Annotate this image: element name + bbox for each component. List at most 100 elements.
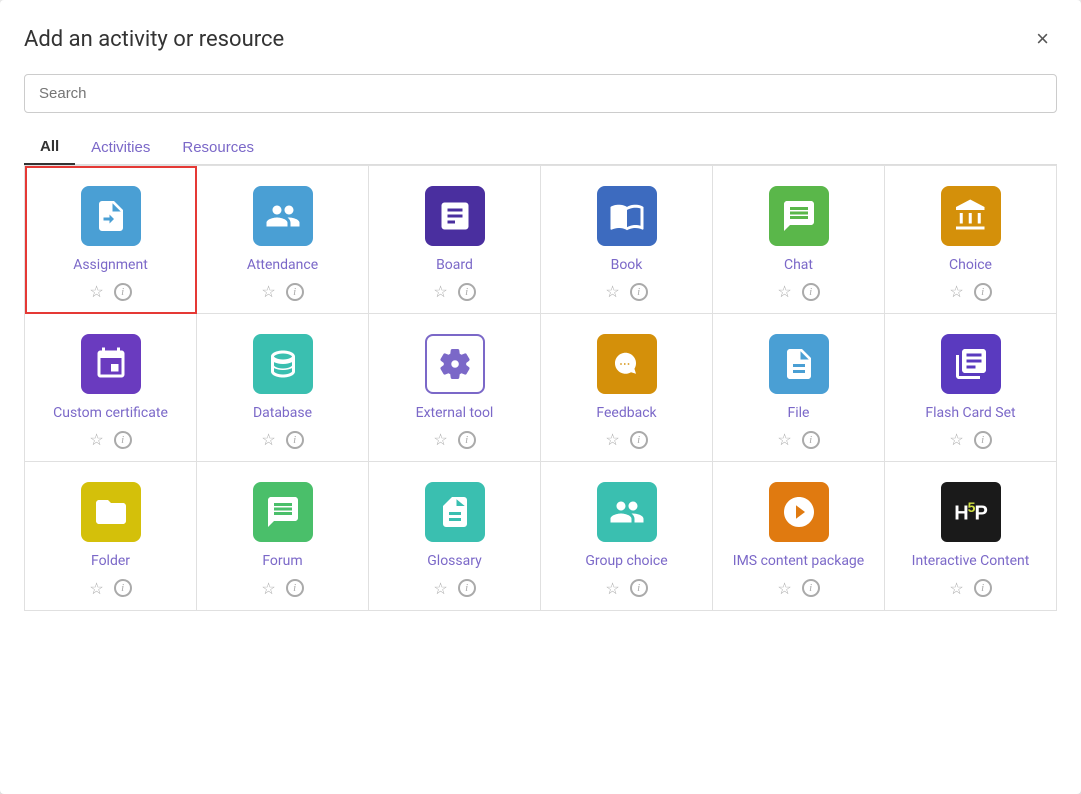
feedback-icon bbox=[597, 334, 657, 394]
item-label: Feedback bbox=[596, 404, 656, 422]
attendance-icon bbox=[253, 186, 313, 246]
list-item[interactable]: Book ☆ i bbox=[541, 166, 713, 314]
item-actions: ☆ i bbox=[605, 579, 647, 598]
info-icon[interactable]: i bbox=[630, 283, 648, 301]
close-button[interactable]: × bbox=[1028, 24, 1057, 54]
tab-resources[interactable]: Resources bbox=[166, 130, 270, 165]
info-icon[interactable]: i bbox=[974, 431, 992, 449]
info-icon[interactable]: i bbox=[286, 579, 304, 597]
info-icon[interactable]: i bbox=[114, 283, 132, 301]
info-icon[interactable]: i bbox=[630, 431, 648, 449]
list-item[interactable]: Attendance ☆ i bbox=[197, 166, 369, 314]
item-actions: ☆ i bbox=[261, 282, 303, 301]
item-actions: ☆ i bbox=[89, 282, 131, 301]
tab-bar: All Activities Resources bbox=[24, 129, 1057, 165]
item-label: IMS content package bbox=[733, 552, 864, 570]
flash-card-set-icon bbox=[941, 334, 1001, 394]
chat-icon bbox=[769, 186, 829, 246]
list-item[interactable]: Feedback ☆ i bbox=[541, 314, 713, 462]
star-icon[interactable]: ☆ bbox=[605, 282, 619, 301]
star-icon[interactable]: ☆ bbox=[89, 579, 103, 598]
star-icon[interactable]: ☆ bbox=[433, 430, 447, 449]
list-item[interactable]: Choice ☆ i bbox=[885, 166, 1057, 314]
list-item[interactable]: Database ☆ i bbox=[197, 314, 369, 462]
star-icon[interactable]: ☆ bbox=[949, 579, 963, 598]
item-label: Database bbox=[253, 404, 312, 422]
search-input[interactable] bbox=[24, 74, 1057, 113]
star-icon[interactable]: ☆ bbox=[261, 579, 275, 598]
info-icon[interactable]: i bbox=[802, 579, 820, 597]
list-item[interactable]: Flash Card Set ☆ i bbox=[885, 314, 1057, 462]
item-actions: ☆ i bbox=[433, 282, 475, 301]
star-icon[interactable]: ☆ bbox=[777, 579, 791, 598]
modal-title: Add an activity or resource bbox=[24, 27, 284, 52]
list-item[interactable]: Folder ☆ i bbox=[25, 462, 197, 610]
info-icon[interactable]: i bbox=[802, 431, 820, 449]
list-item[interactable]: Custom certificate ☆ i bbox=[25, 314, 197, 462]
tab-activities[interactable]: Activities bbox=[75, 130, 166, 165]
list-item[interactable]: IMS content package ☆ i bbox=[713, 462, 885, 610]
folder-icon bbox=[81, 482, 141, 542]
database-icon bbox=[253, 334, 313, 394]
list-item[interactable]: Glossary ☆ i bbox=[369, 462, 541, 610]
modal-header: Add an activity or resource × bbox=[24, 24, 1057, 54]
star-icon[interactable]: ☆ bbox=[605, 430, 619, 449]
star-icon[interactable]: ☆ bbox=[949, 282, 963, 301]
list-item[interactable]: File ☆ i bbox=[713, 314, 885, 462]
item-actions: ☆ i bbox=[433, 430, 475, 449]
item-actions: ☆ i bbox=[261, 430, 303, 449]
star-icon[interactable]: ☆ bbox=[261, 282, 275, 301]
star-icon[interactable]: ☆ bbox=[89, 430, 103, 449]
item-label: Chat bbox=[784, 256, 813, 274]
info-icon[interactable]: i bbox=[974, 579, 992, 597]
item-label: Interactive Content bbox=[912, 552, 1030, 570]
list-item[interactable]: H5P Interactive Content ☆ i bbox=[885, 462, 1057, 610]
tab-all[interactable]: All bbox=[24, 130, 75, 165]
info-icon[interactable]: i bbox=[458, 431, 476, 449]
info-icon[interactable]: i bbox=[630, 579, 648, 597]
star-icon[interactable]: ☆ bbox=[777, 282, 791, 301]
item-actions: ☆ i bbox=[949, 282, 991, 301]
item-label: Choice bbox=[949, 256, 992, 274]
choice-icon bbox=[941, 186, 1001, 246]
file-icon bbox=[769, 334, 829, 394]
star-icon[interactable]: ☆ bbox=[433, 282, 447, 301]
board-icon bbox=[425, 186, 485, 246]
list-item[interactable]: Chat ☆ i bbox=[713, 166, 885, 314]
list-item[interactable]: Board ☆ i bbox=[369, 166, 541, 314]
forum-icon bbox=[253, 482, 313, 542]
list-item[interactable]: Assignment ☆ i bbox=[25, 166, 197, 314]
book-icon bbox=[597, 186, 657, 246]
info-icon[interactable]: i bbox=[286, 283, 304, 301]
star-icon[interactable]: ☆ bbox=[261, 430, 275, 449]
star-icon[interactable]: ☆ bbox=[433, 579, 447, 598]
star-icon[interactable]: ☆ bbox=[949, 430, 963, 449]
item-actions: ☆ i bbox=[949, 430, 991, 449]
info-icon[interactable]: i bbox=[286, 431, 304, 449]
info-icon[interactable]: i bbox=[114, 431, 132, 449]
list-item[interactable]: Forum ☆ i bbox=[197, 462, 369, 610]
assignment-icon bbox=[81, 186, 141, 246]
info-icon[interactable]: i bbox=[114, 579, 132, 597]
item-actions: ☆ i bbox=[777, 430, 819, 449]
item-actions: ☆ i bbox=[777, 282, 819, 301]
activity-grid: Assignment ☆ i Attendance ☆ i Board bbox=[24, 165, 1057, 611]
star-icon[interactable]: ☆ bbox=[605, 579, 619, 598]
info-icon[interactable]: i bbox=[458, 283, 476, 301]
item-actions: ☆ i bbox=[261, 579, 303, 598]
star-icon[interactable]: ☆ bbox=[777, 430, 791, 449]
info-icon[interactable]: i bbox=[802, 283, 820, 301]
add-activity-modal: Add an activity or resource × All Activi… bbox=[0, 0, 1081, 794]
item-label: Forum bbox=[262, 552, 302, 570]
interactive-content-icon: H5P bbox=[941, 482, 1001, 542]
list-item[interactable]: Group choice ☆ i bbox=[541, 462, 713, 610]
info-icon[interactable]: i bbox=[974, 283, 992, 301]
item-actions: ☆ i bbox=[89, 430, 131, 449]
external-tool-icon bbox=[425, 334, 485, 394]
ims-content-icon bbox=[769, 482, 829, 542]
star-icon[interactable]: ☆ bbox=[89, 282, 103, 301]
item-label: Group choice bbox=[585, 552, 667, 570]
info-icon[interactable]: i bbox=[458, 579, 476, 597]
list-item[interactable]: External tool ☆ i bbox=[369, 314, 541, 462]
glossary-icon bbox=[425, 482, 485, 542]
